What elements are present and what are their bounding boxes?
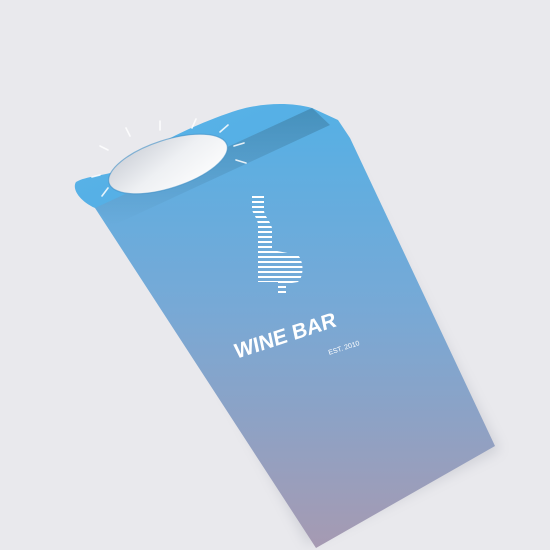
bottle-hanger-mockup: WINE BAR EST. 2010 [74, 104, 500, 548]
